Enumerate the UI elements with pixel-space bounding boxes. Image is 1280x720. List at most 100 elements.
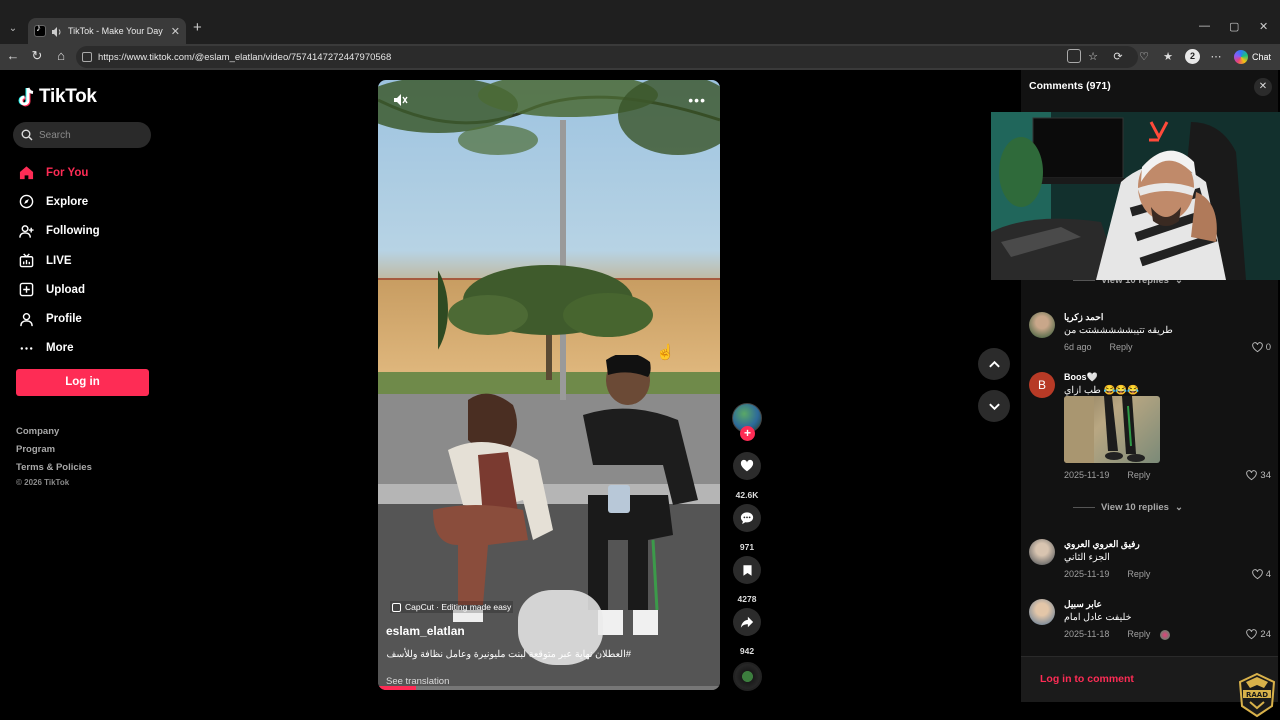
share-arrow-icon (740, 616, 754, 628)
comment-meta: 2025-11-19 Reply (1064, 470, 1150, 480)
nav-item-more[interactable]: More (18, 334, 168, 363)
footer-link-company[interactable]: Company (16, 423, 92, 441)
login-to-comment-link[interactable]: Log in to comment (1040, 673, 1134, 685)
video-author[interactable]: eslam_elatlan (386, 624, 465, 638)
comment-like-button[interactable]: 0 (1251, 342, 1271, 353)
nav-label: More (46, 342, 74, 355)
footer-link-program[interactable]: Program (16, 441, 92, 459)
profile-avatar[interactable]: 2 (1185, 49, 1200, 64)
like-count: 42.6K (735, 490, 759, 500)
home-browser-icon[interactable]: ⌂ (52, 47, 70, 65)
new-tab-icon[interactable]: + (193, 19, 202, 36)
previous-video-button[interactable] (978, 348, 1010, 380)
like-button[interactable] (733, 452, 761, 480)
music-disc[interactable] (733, 662, 762, 691)
share-count: 942 (739, 646, 755, 656)
comment-date: 6d ago (1064, 342, 1092, 352)
tiktok-note-icon (18, 87, 34, 107)
close-comments-icon[interactable]: ✕ (1254, 78, 1272, 96)
video-progress-bar[interactable] (378, 686, 720, 690)
heart-outline-icon (1251, 569, 1263, 580)
comment-image[interactable] (1064, 396, 1160, 463)
search-placeholder: Search (39, 129, 71, 141)
comment-bubble-icon (740, 512, 754, 525)
window-close-icon[interactable]: ✕ (1259, 20, 1268, 33)
nav-label: LIVE (46, 254, 72, 267)
comment-button[interactable] (733, 504, 761, 532)
save-button[interactable] (733, 556, 761, 584)
heart-outline-icon (1246, 629, 1258, 640)
share-button[interactable] (733, 608, 761, 636)
comment-author[interactable]: عابر سبيل (1064, 599, 1102, 610)
search-input[interactable]: Search (13, 122, 151, 148)
back-icon[interactable]: ← (4, 47, 22, 65)
comment-like-count: 34 (1260, 470, 1271, 481)
nav-label: Upload (46, 283, 85, 296)
nav-item-upload[interactable]: Upload (18, 275, 168, 304)
raad-logo-watermark: RAAD (1238, 672, 1276, 718)
comment-item: عابر سبيل خليفت عادل امام 2025-11-18 Rep… (1029, 599, 1271, 644)
browser-tab[interactable]: TikTok - Make Your Day ✕ (28, 18, 186, 44)
capcut-label: CapCut · Editing made easy (405, 602, 512, 612)
comment-avatar[interactable] (1029, 312, 1055, 338)
nav-label: For You (46, 166, 89, 179)
comment-avatar[interactable] (1029, 539, 1055, 565)
tiktok-logo[interactable]: TikTok (18, 86, 97, 108)
nav-item-following[interactable]: Following (18, 217, 168, 246)
mouse-cursor-icon: ☝ (656, 344, 675, 361)
comment-author[interactable]: Boos🤍 (1064, 372, 1098, 383)
view-replies-button[interactable]: View 10 replies ⌄ (1073, 502, 1183, 513)
comment-text: طريقه تتيبشششششتت من (1064, 325, 1173, 336)
reply-link[interactable]: Reply (1127, 569, 1150, 579)
comment-avatar[interactable] (1029, 599, 1055, 625)
heart-outline-icon (1246, 470, 1258, 481)
nav-label: Profile (46, 313, 82, 326)
comment-author[interactable]: احمد زكريا (1064, 312, 1103, 323)
refresh-icon[interactable]: ↻ (28, 47, 46, 65)
url-bar[interactable]: https://www.tiktok.com/@eslam_elatlan/vi… (76, 46, 1138, 68)
reply-link[interactable]: Reply (1127, 629, 1150, 640)
app-available-icon[interactable] (1067, 49, 1081, 63)
tab-list-chevron-icon[interactable]: ⌄ (4, 20, 22, 38)
comment-date: 2025-11-19 (1064, 470, 1110, 480)
nav-item-for-you[interactable]: For You (18, 158, 168, 187)
copilot-icon (1234, 50, 1248, 64)
tab-close-icon[interactable]: ✕ (171, 25, 180, 38)
nav-item-profile[interactable]: Profile (18, 304, 168, 333)
comment-like-button[interactable]: 24 (1246, 629, 1271, 640)
sidebar-nav: For You Explore Following LIVE Upload Pr… (18, 158, 168, 363)
video-player[interactable]: ••• ☝ CapCut · Editing made easy eslam_e… (378, 80, 720, 690)
ellipsis-icon (18, 340, 34, 356)
video-caption: #العطلان نهاية عبر متوقعة لبنت مليونيرة … (386, 649, 631, 660)
comment-like-button[interactable]: 4 (1251, 569, 1271, 580)
capcut-tag[interactable]: CapCut · Editing made easy (390, 601, 514, 613)
minimize-icon[interactable]: — (1199, 20, 1210, 32)
comment-item: B Boos🤍 طب ازاي 😂😂😂 2025-11-19 Reply 34 (1029, 372, 1271, 484)
chat-label: Chat (1252, 52, 1272, 62)
login-button[interactable]: Log in (16, 369, 149, 396)
browser-essentials-icon[interactable]: ♡ (1137, 50, 1151, 64)
nav-item-explore[interactable]: Explore (18, 187, 168, 216)
follow-plus-icon[interactable]: + (740, 426, 755, 441)
comment-like-count: 0 (1265, 342, 1271, 353)
save-count: 4278 (737, 594, 757, 604)
mute-icon[interactable] (392, 92, 408, 108)
nav-item-live[interactable]: LIVE (18, 246, 168, 275)
settings-more-icon[interactable]: ⋯ (1209, 50, 1223, 64)
extensions-icon[interactable]: ⟳ (1111, 50, 1125, 64)
video-more-icon[interactable]: ••• (688, 92, 706, 108)
comment-like-count: 24 (1260, 629, 1271, 640)
next-video-button[interactable] (978, 390, 1010, 422)
reply-link[interactable]: Reply (1127, 470, 1150, 480)
copilot-chat-button[interactable]: Chat (1230, 47, 1277, 67)
comment-like-button[interactable]: 34 (1246, 470, 1271, 481)
comment-author[interactable]: رفيق العروي العروي (1064, 539, 1140, 550)
tab-audio-icon[interactable] (51, 25, 63, 37)
site-info-icon[interactable] (82, 52, 92, 62)
reply-link[interactable]: Reply (1110, 342, 1133, 352)
footer-link-terms[interactable]: Terms & Policies (16, 459, 92, 477)
favorites-icon[interactable]: ★ (1161, 50, 1175, 64)
favorite-star-icon[interactable]: ☆ (1086, 50, 1100, 64)
maximize-icon[interactable]: ▢ (1229, 20, 1239, 33)
comment-avatar[interactable]: B (1029, 372, 1055, 398)
